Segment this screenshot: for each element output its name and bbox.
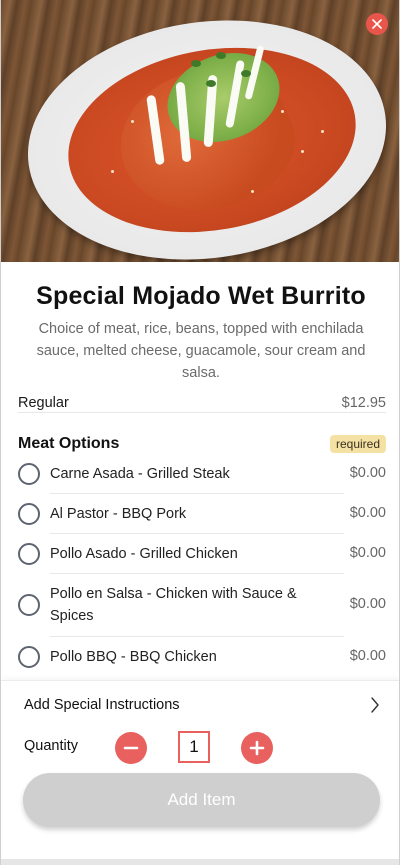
quantity-input[interactable]: 1 <box>178 731 210 763</box>
option-label: Pollo en Salsa - Chicken with Sauce & Sp… <box>50 586 297 624</box>
plus-icon <box>249 740 265 756</box>
divider <box>50 533 344 534</box>
option-price: $0.00 <box>349 648 386 664</box>
radio-button[interactable] <box>18 463 40 485</box>
close-button[interactable] <box>366 13 388 35</box>
size-label: Regular <box>18 395 69 411</box>
option-label: Carne Asada - Grilled Steak <box>50 466 230 482</box>
cheese <box>321 130 324 133</box>
cilantro <box>206 80 216 87</box>
add-item-button[interactable]: Add Item <box>23 773 380 827</box>
required-badge: required <box>329 435 386 453</box>
meat-options-header: Meat Options required <box>18 435 386 453</box>
meat-option-pollo-asado[interactable]: Pollo Asado - Grilled Chicken $0.00 <box>18 543 386 565</box>
item-modal: Special Mojado Wet Burrito Choice of mea… <box>0 0 400 865</box>
option-price: $0.00 <box>349 505 386 521</box>
cilantro <box>216 52 226 59</box>
quantity-label: Quantity <box>24 738 78 754</box>
item-title: Special Mojado Wet Burrito <box>36 282 366 310</box>
radio-button[interactable] <box>18 594 40 616</box>
size-row: Regular $12.95 <box>18 395 386 413</box>
radio-button[interactable] <box>18 503 40 525</box>
decrease-quantity-button[interactable] <box>115 732 147 764</box>
order-footer: Add Special Instructions Quantity 1 Add … <box>1 680 399 865</box>
cheese <box>301 150 304 153</box>
special-instructions-row[interactable]: Add Special Instructions <box>24 695 380 715</box>
option-label: Pollo BBQ - BBQ Chicken <box>50 649 217 665</box>
cilantro <box>191 60 201 67</box>
cheese <box>111 170 114 173</box>
divider <box>50 573 344 574</box>
close-icon <box>372 19 382 29</box>
option-price: $0.00 <box>349 465 386 481</box>
item-description: Choice of meat, rice, beans, topped with… <box>36 321 366 381</box>
item-photo <box>1 0 399 262</box>
meat-option-carne-asada[interactable]: Carne Asada - Grilled Steak $0.00 <box>18 463 386 485</box>
cheese <box>131 120 134 123</box>
divider <box>18 412 386 413</box>
cheese <box>251 190 254 193</box>
option-price: $0.00 <box>349 596 386 612</box>
divider <box>50 493 344 494</box>
minus-icon <box>123 746 139 750</box>
bottom-bar <box>1 859 399 865</box>
meat-option-pollo-bbq[interactable]: Pollo BBQ - BBQ Chicken $0.00 <box>18 646 386 668</box>
increase-quantity-button[interactable] <box>241 732 273 764</box>
size-price: $12.95 <box>341 395 386 411</box>
cheese <box>281 110 284 113</box>
meat-option-pollo-en-salsa[interactable]: Pollo en Salsa - Chicken with Sauce & Sp… <box>18 583 386 627</box>
option-label: Al Pastor - BBQ Pork <box>50 506 187 522</box>
option-label: Pollo Asado - Grilled Chicken <box>50 546 238 562</box>
meat-option-al-pastor[interactable]: Al Pastor - BBQ Pork $0.00 <box>18 503 386 525</box>
cilantro <box>241 70 251 77</box>
section-title: Meat Options <box>18 435 120 452</box>
special-instructions-label: Add Special Instructions <box>24 697 180 713</box>
divider <box>50 636 344 637</box>
chevron-right-icon <box>371 697 379 713</box>
radio-button[interactable] <box>18 543 40 565</box>
option-price: $0.00 <box>349 545 386 561</box>
radio-button[interactable] <box>18 646 40 668</box>
